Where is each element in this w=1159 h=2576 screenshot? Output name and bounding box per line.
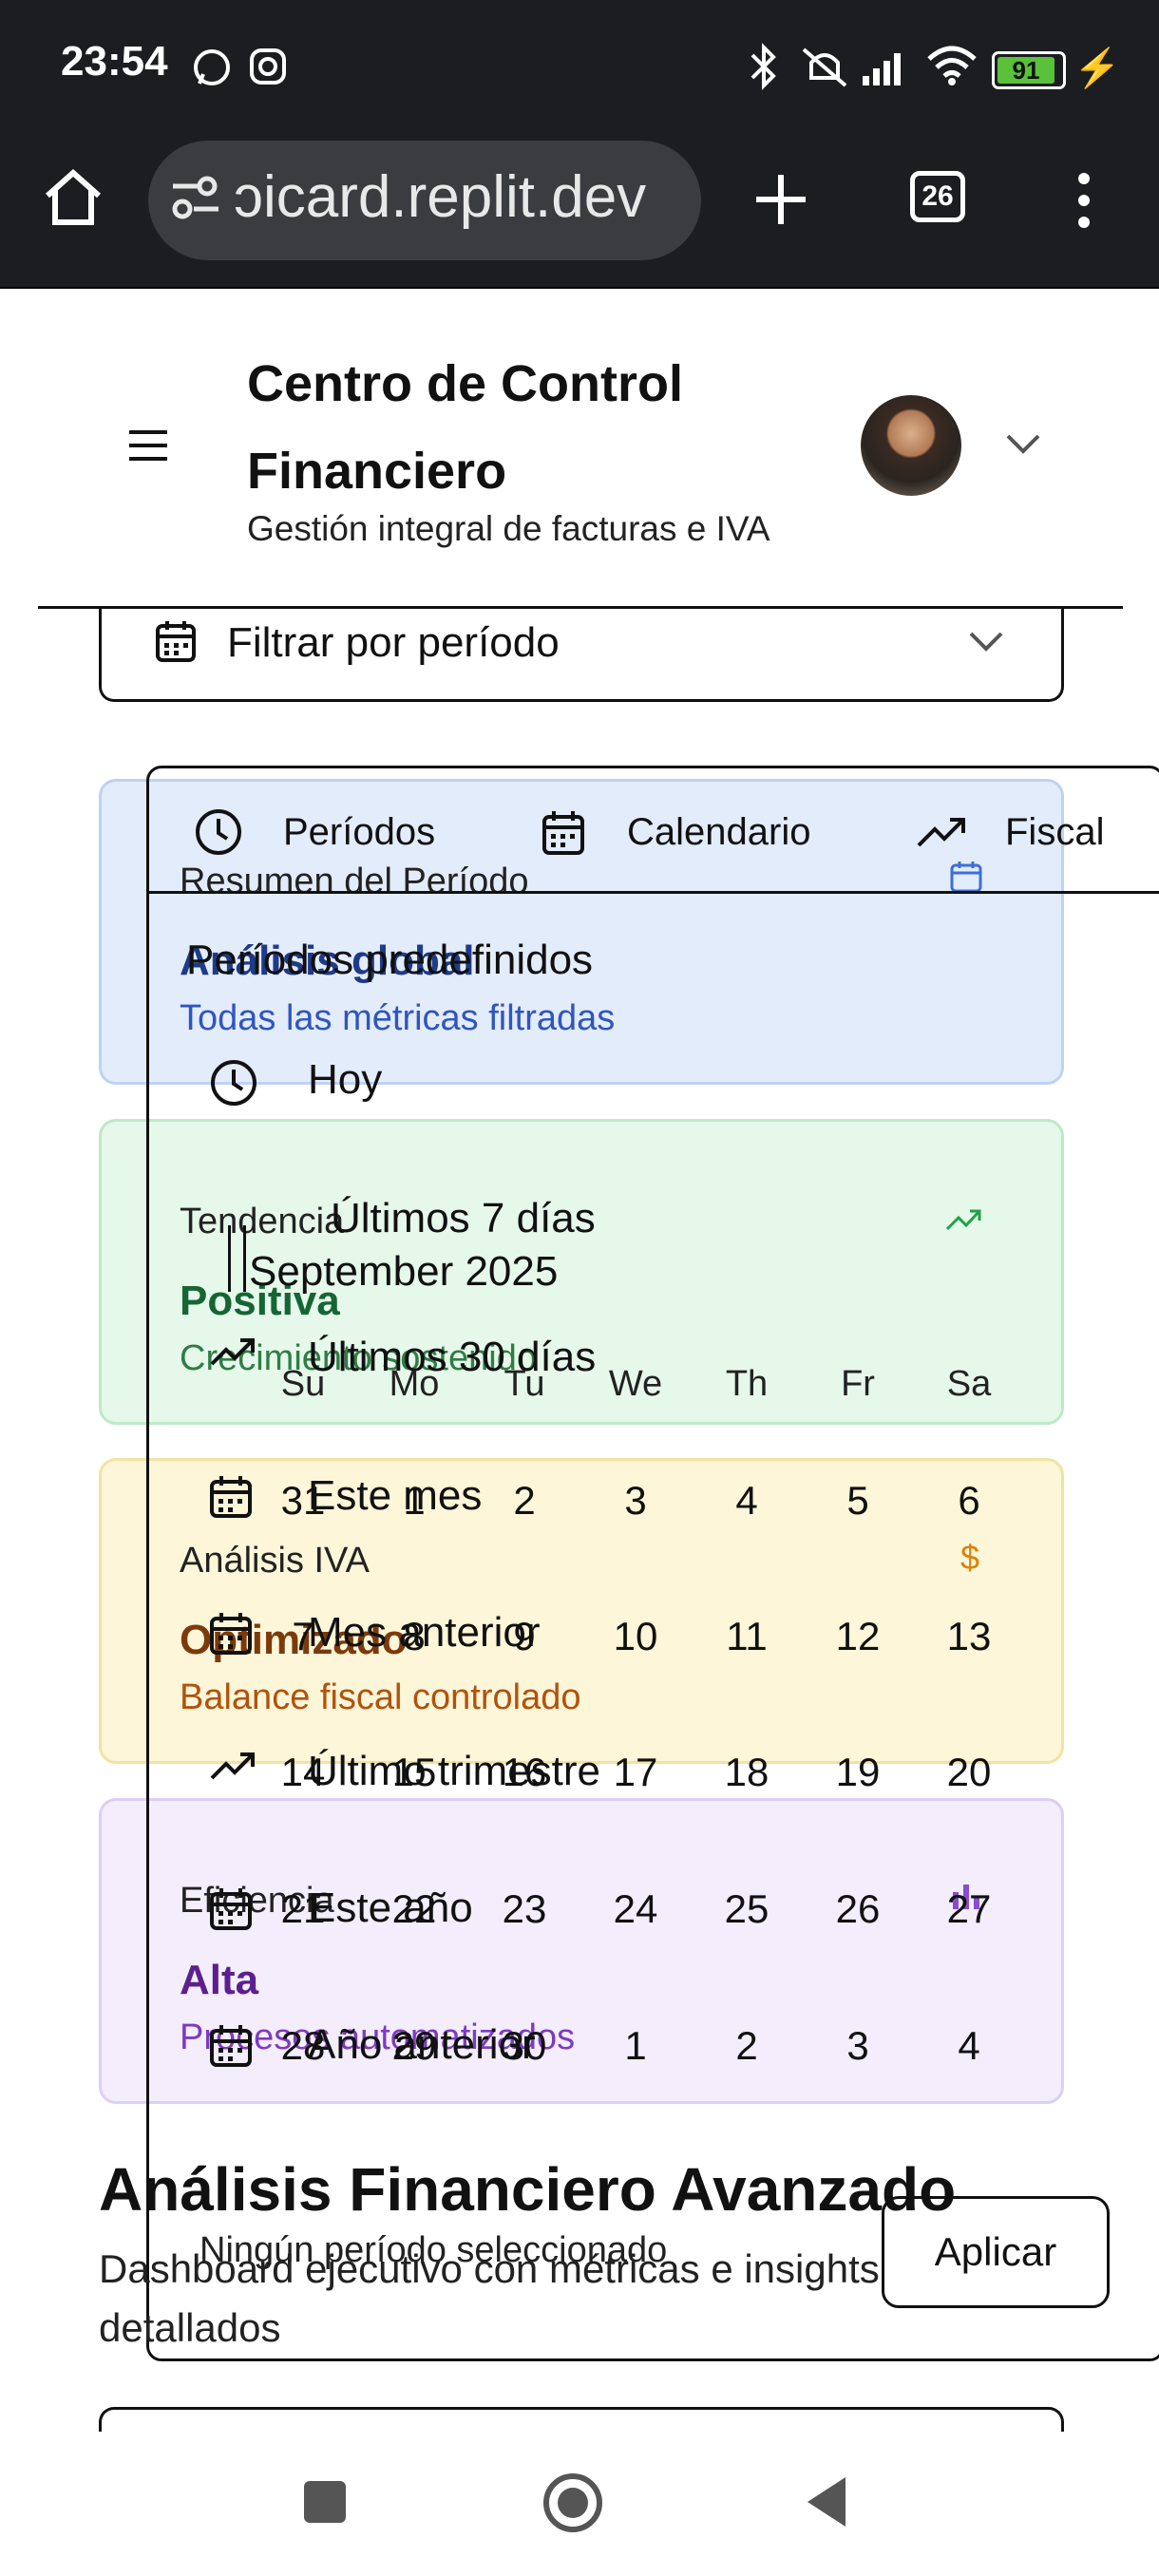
weekday-header: Sa	[946, 1364, 992, 1404]
tab-label: Fiscal	[1005, 811, 1105, 853]
calendar-icon	[156, 621, 196, 662]
status-bar: 23:54 91 ⚡	[0, 0, 1159, 133]
calendar-day[interactable]: 3	[593, 1478, 678, 1524]
trending-up-icon	[917, 818, 965, 847]
page-title: Centro de Control Financiero	[247, 340, 817, 515]
calendar-day[interactable]: 23	[482, 1886, 567, 1932]
page-title-line2: Financiero	[247, 443, 507, 500]
calendar-day[interactable]: 24	[593, 1886, 678, 1932]
calendar-icon	[209, 1886, 253, 1937]
weekday-header: We	[608, 1364, 663, 1404]
calendar-day[interactable]: 4	[704, 1478, 789, 1524]
calendar-day[interactable]: 15	[371, 1750, 457, 1795]
calendar-day[interactable]: 4	[926, 2023, 1012, 2069]
recent-apps-icon[interactable]	[304, 2481, 346, 2523]
preset-label: Últimos 7 días	[331, 1195, 596, 1241]
presets-heading: Períodos predefinidos	[186, 937, 594, 983]
status-time: 23:54	[61, 38, 168, 85]
calendar-day[interactable]: 8	[371, 1614, 457, 1659]
calendar-day[interactable]: 10	[593, 1614, 678, 1659]
tab-label: Calendario	[627, 811, 811, 853]
charging-icon: ⚡	[1074, 47, 1121, 89]
calendar-day[interactable]: 5	[815, 1478, 901, 1524]
tab-switcher-button[interactable]: 26	[910, 171, 965, 222]
calendar-month: September 2025	[249, 1248, 559, 1295]
calendar-day[interactable]: 21	[260, 1886, 346, 1932]
preset-label: Hoy	[308, 1056, 383, 1103]
calendar-day[interactable]: 2	[704, 2023, 789, 2069]
calendar-icon	[209, 1474, 253, 1525]
calendar-day[interactable]: 28	[260, 2023, 346, 2069]
instagram-icon	[250, 48, 286, 85]
calendar-day[interactable]: 3	[815, 2023, 901, 2069]
section-subtitle: Dashboard ejecutivo con métricas e insig…	[99, 2246, 880, 2350]
calendar-day[interactable]: 27	[926, 1886, 1012, 1932]
system-nav-bar	[0, 2432, 1159, 2576]
calendar-day[interactable]: 16	[482, 1750, 567, 1795]
site-settings-icon[interactable]	[169, 175, 222, 220]
url-text[interactable]: ɔicard.replit.dev	[234, 163, 646, 231]
more-menu-icon[interactable]	[1070, 169, 1098, 232]
mute-icon	[802, 47, 847, 87]
new-tab-icon[interactable]	[752, 171, 809, 228]
calendar-day[interactable]: 1	[593, 2023, 678, 2069]
calendar-day[interactable]: 1	[371, 1478, 457, 1524]
calendar-day[interactable]: 31	[260, 1478, 346, 1524]
calendar-day[interactable]: 19	[815, 1750, 901, 1795]
calendar-day[interactable]: 2	[482, 1478, 567, 1524]
battery-icon: 91	[992, 51, 1066, 89]
home-icon[interactable]	[42, 167, 104, 228]
trending-up-icon	[209, 1335, 258, 1373]
weekday-header: Mo	[389, 1364, 440, 1404]
calendar-icon	[542, 811, 584, 855]
calendar-day[interactable]: 26	[815, 1886, 901, 1932]
calendar-day[interactable]: 22	[371, 1886, 457, 1932]
calendar-cursor	[228, 1225, 231, 1292]
calendar-day[interactable]: 14	[260, 1750, 346, 1795]
weekday-header: Su	[280, 1364, 326, 1404]
calendar-day[interactable]: 9	[482, 1614, 567, 1659]
signal-icon	[863, 53, 901, 85]
calendar-day[interactable]: 18	[704, 1750, 789, 1795]
battery-level: 91	[1012, 56, 1040, 85]
page-title-line1: Centro de Control	[247, 355, 683, 412]
calendar-day[interactable]: 17	[593, 1750, 678, 1795]
page-subtitle: Gestión integral de facturas e IVA	[247, 509, 770, 548]
home-button-icon[interactable]	[542, 2472, 604, 2534]
clock-icon	[209, 1058, 258, 1112]
calendar-icon	[209, 1611, 253, 1661]
period-filter-select[interactable]: Filtrar por período	[99, 608, 1064, 702]
chevron-down-icon	[969, 632, 1003, 652]
tab-label: Períodos	[283, 811, 436, 853]
calendar-day[interactable]: 11	[704, 1614, 789, 1659]
clock-icon	[196, 809, 241, 855]
calendar-day[interactable]: 30	[482, 2023, 567, 2069]
chevron-down-icon[interactable]	[1005, 433, 1041, 456]
period-picker-popover	[146, 766, 1159, 2361]
calendar-icon	[209, 2023, 253, 2074]
section-title: Análisis Financiero Avanzado	[99, 2155, 957, 2224]
back-icon[interactable]	[804, 2475, 847, 2529]
calendar-day[interactable]: 12	[815, 1614, 901, 1659]
avatar[interactable]	[861, 395, 961, 496]
calendar-day[interactable]: 20	[926, 1750, 1012, 1795]
weekday-header: Fr	[841, 1364, 875, 1404]
calendar-day[interactable]: 29	[371, 2023, 457, 2069]
whatsapp-icon	[194, 49, 230, 85]
calendar-cursor	[243, 1225, 246, 1292]
calendar-day[interactable]: 13	[926, 1614, 1012, 1659]
wifi-icon	[927, 46, 977, 85]
hamburger-menu-icon[interactable]	[127, 427, 169, 464]
trending-up-icon	[209, 1750, 258, 1787]
bluetooth-icon	[750, 43, 776, 90]
weekday-header: Th	[725, 1364, 769, 1404]
filter-label: Filtrar por período	[227, 619, 560, 666]
calendar-day[interactable]: 6	[926, 1478, 1012, 1524]
calendar-day[interactable]: 7	[260, 1614, 346, 1659]
calendar-day[interactable]: 25	[704, 1886, 789, 1932]
weekday-header: Tu	[504, 1364, 545, 1404]
popover-tabs-divider	[146, 891, 1159, 894]
